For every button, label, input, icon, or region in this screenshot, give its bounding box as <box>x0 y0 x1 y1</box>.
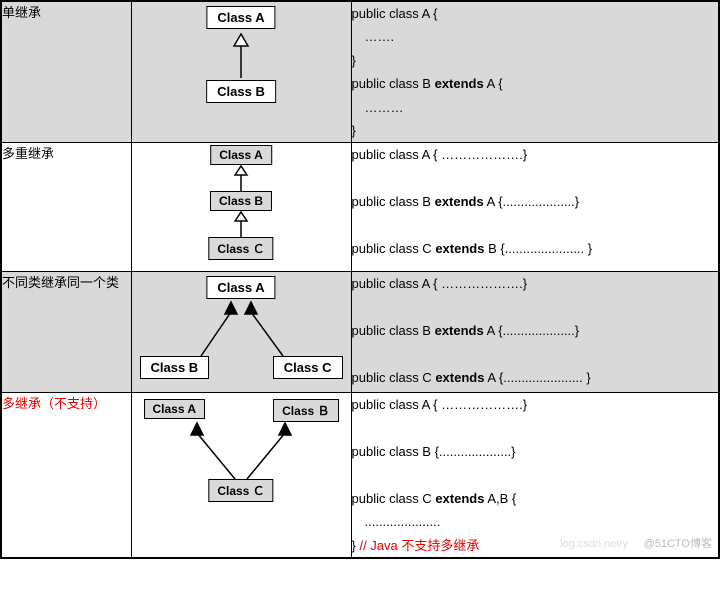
label-text: 多重继承 <box>2 146 54 161</box>
class-c-box: Class C <box>273 356 343 379</box>
class-a-box: Class A <box>206 276 275 299</box>
code-block: public class A { ……………….}public class B … <box>352 143 719 260</box>
row1-diagram: Class A Class B <box>131 1 351 143</box>
class-b-box: Class B <box>210 191 272 211</box>
class-b-box: Class B <box>206 80 276 103</box>
row2-label: 多重继承 <box>1 143 131 272</box>
row1-label: 单继承 <box>1 1 131 143</box>
arrow-up-icon <box>226 32 256 78</box>
code-block: public class A { ……………….}public class B … <box>352 272 719 389</box>
class-a-box: Class A <box>210 145 272 165</box>
inheritance-table: 单继承 Class A Class B public class A { …….… <box>0 0 720 559</box>
arrow-up-icon <box>231 211 251 237</box>
label-text: 不同类继承同一个类 <box>2 275 119 290</box>
class-b-box: Class B <box>140 356 210 379</box>
row2-code: public class A { ……………….}public class B … <box>351 143 719 272</box>
arrow-up-icon <box>231 165 251 191</box>
arrows-split-icon <box>171 300 311 356</box>
class-c-box: Class Ｃ <box>208 237 273 260</box>
class-b-box: Class Ｂ <box>273 399 338 422</box>
arrows-converge-icon <box>161 421 321 479</box>
row1-code: public class A { …….}public class B exte… <box>351 1 719 143</box>
code-block: public class A { ……………….}public class B … <box>352 393 719 557</box>
row4-code: public class A { ……………….}public class B … <box>351 393 719 558</box>
label-text: 单继承 <box>2 5 41 20</box>
row3-diagram: Class A Class B Class C <box>131 272 351 393</box>
row3-label: 不同类继承同一个类 <box>1 272 131 393</box>
row4-diagram: Class A Class Ｂ Class Ｃ <box>131 393 351 558</box>
watermark: @51CTO博客 <box>644 535 712 555</box>
row2-diagram: Class A Class B Class Ｃ <box>131 143 351 272</box>
label-text: 多继承（不支持） <box>2 396 106 411</box>
row3-code: public class A { ……………….}public class B … <box>351 272 719 393</box>
class-a-box: Class A <box>206 6 275 29</box>
code-block: public class A { …….}public class B exte… <box>352 2 719 142</box>
class-c-box: Class Ｃ <box>208 479 273 502</box>
row4-label: 多继承（不支持） <box>1 393 131 558</box>
class-a-box: Class A <box>144 399 206 419</box>
watermark-faint: log.csdn.net/y <box>560 535 628 555</box>
